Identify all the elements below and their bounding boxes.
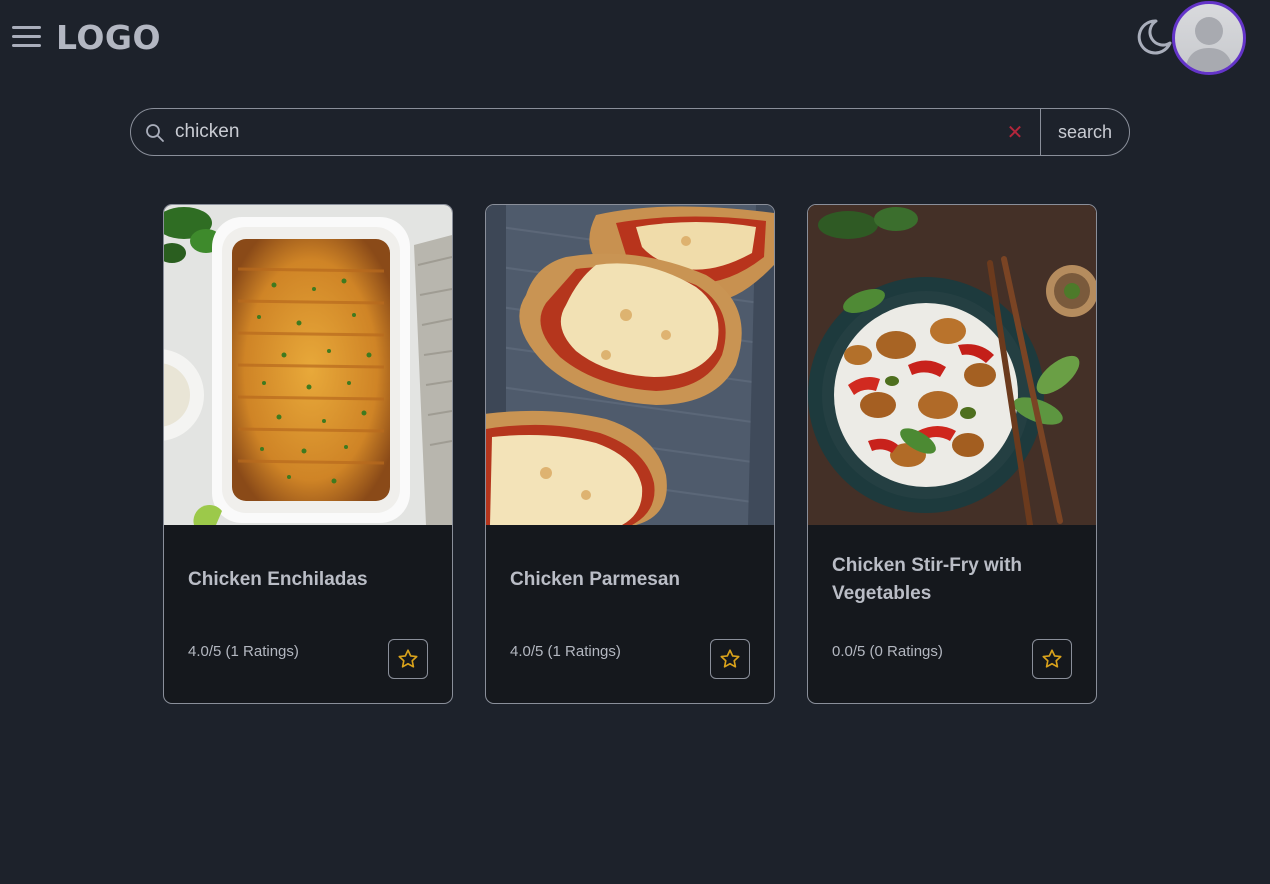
moon-icon[interactable] xyxy=(1134,17,1174,57)
enchiladas-casserole-photo[interactable] xyxy=(164,205,452,525)
close-icon[interactable]: ✕ xyxy=(1003,120,1027,144)
chicken-parmesan-photo[interactable] xyxy=(486,205,774,525)
favorite-button[interactable] xyxy=(388,639,428,679)
recipe-card[interactable]: Chicken Parmesan 4.0/5 (1 Ratings) xyxy=(485,204,775,704)
favorite-button[interactable] xyxy=(1032,639,1072,679)
search-input[interactable] xyxy=(175,117,995,147)
card-rating: 4.0/5 (1 Ratings) xyxy=(510,643,621,660)
recipe-card[interactable]: Chicken Stir-Fry with Vegetables 0.0/5 (… xyxy=(807,204,1097,704)
logo[interactable]: LOGO xyxy=(56,18,161,58)
stir-fry-bowl-photo[interactable] xyxy=(808,205,1096,525)
card-title[interactable]: Chicken Parmesan xyxy=(510,566,750,594)
card-title[interactable]: Chicken Enchiladas xyxy=(188,566,428,594)
search-button[interactable]: search xyxy=(1041,109,1129,155)
search-icon xyxy=(145,123,165,143)
star-outline-icon xyxy=(398,649,418,668)
search-bar: ✕ search xyxy=(130,108,1130,156)
user-avatar-icon[interactable] xyxy=(1172,1,1246,75)
card-title[interactable]: Chicken Stir-Fry with Vegetables xyxy=(832,552,1072,608)
card-rating: 4.0/5 (1 Ratings) xyxy=(188,643,299,660)
recipe-card[interactable]: Chicken Enchiladas 4.0/5 (1 Ratings) xyxy=(163,204,453,704)
hamburger-menu-icon[interactable] xyxy=(10,22,44,52)
top-navbar: LOGO xyxy=(0,0,1270,78)
star-outline-icon xyxy=(720,649,740,668)
favorite-button[interactable] xyxy=(710,639,750,679)
card-rating: 0.0/5 (0 Ratings) xyxy=(832,643,943,660)
star-outline-icon xyxy=(1042,649,1062,668)
